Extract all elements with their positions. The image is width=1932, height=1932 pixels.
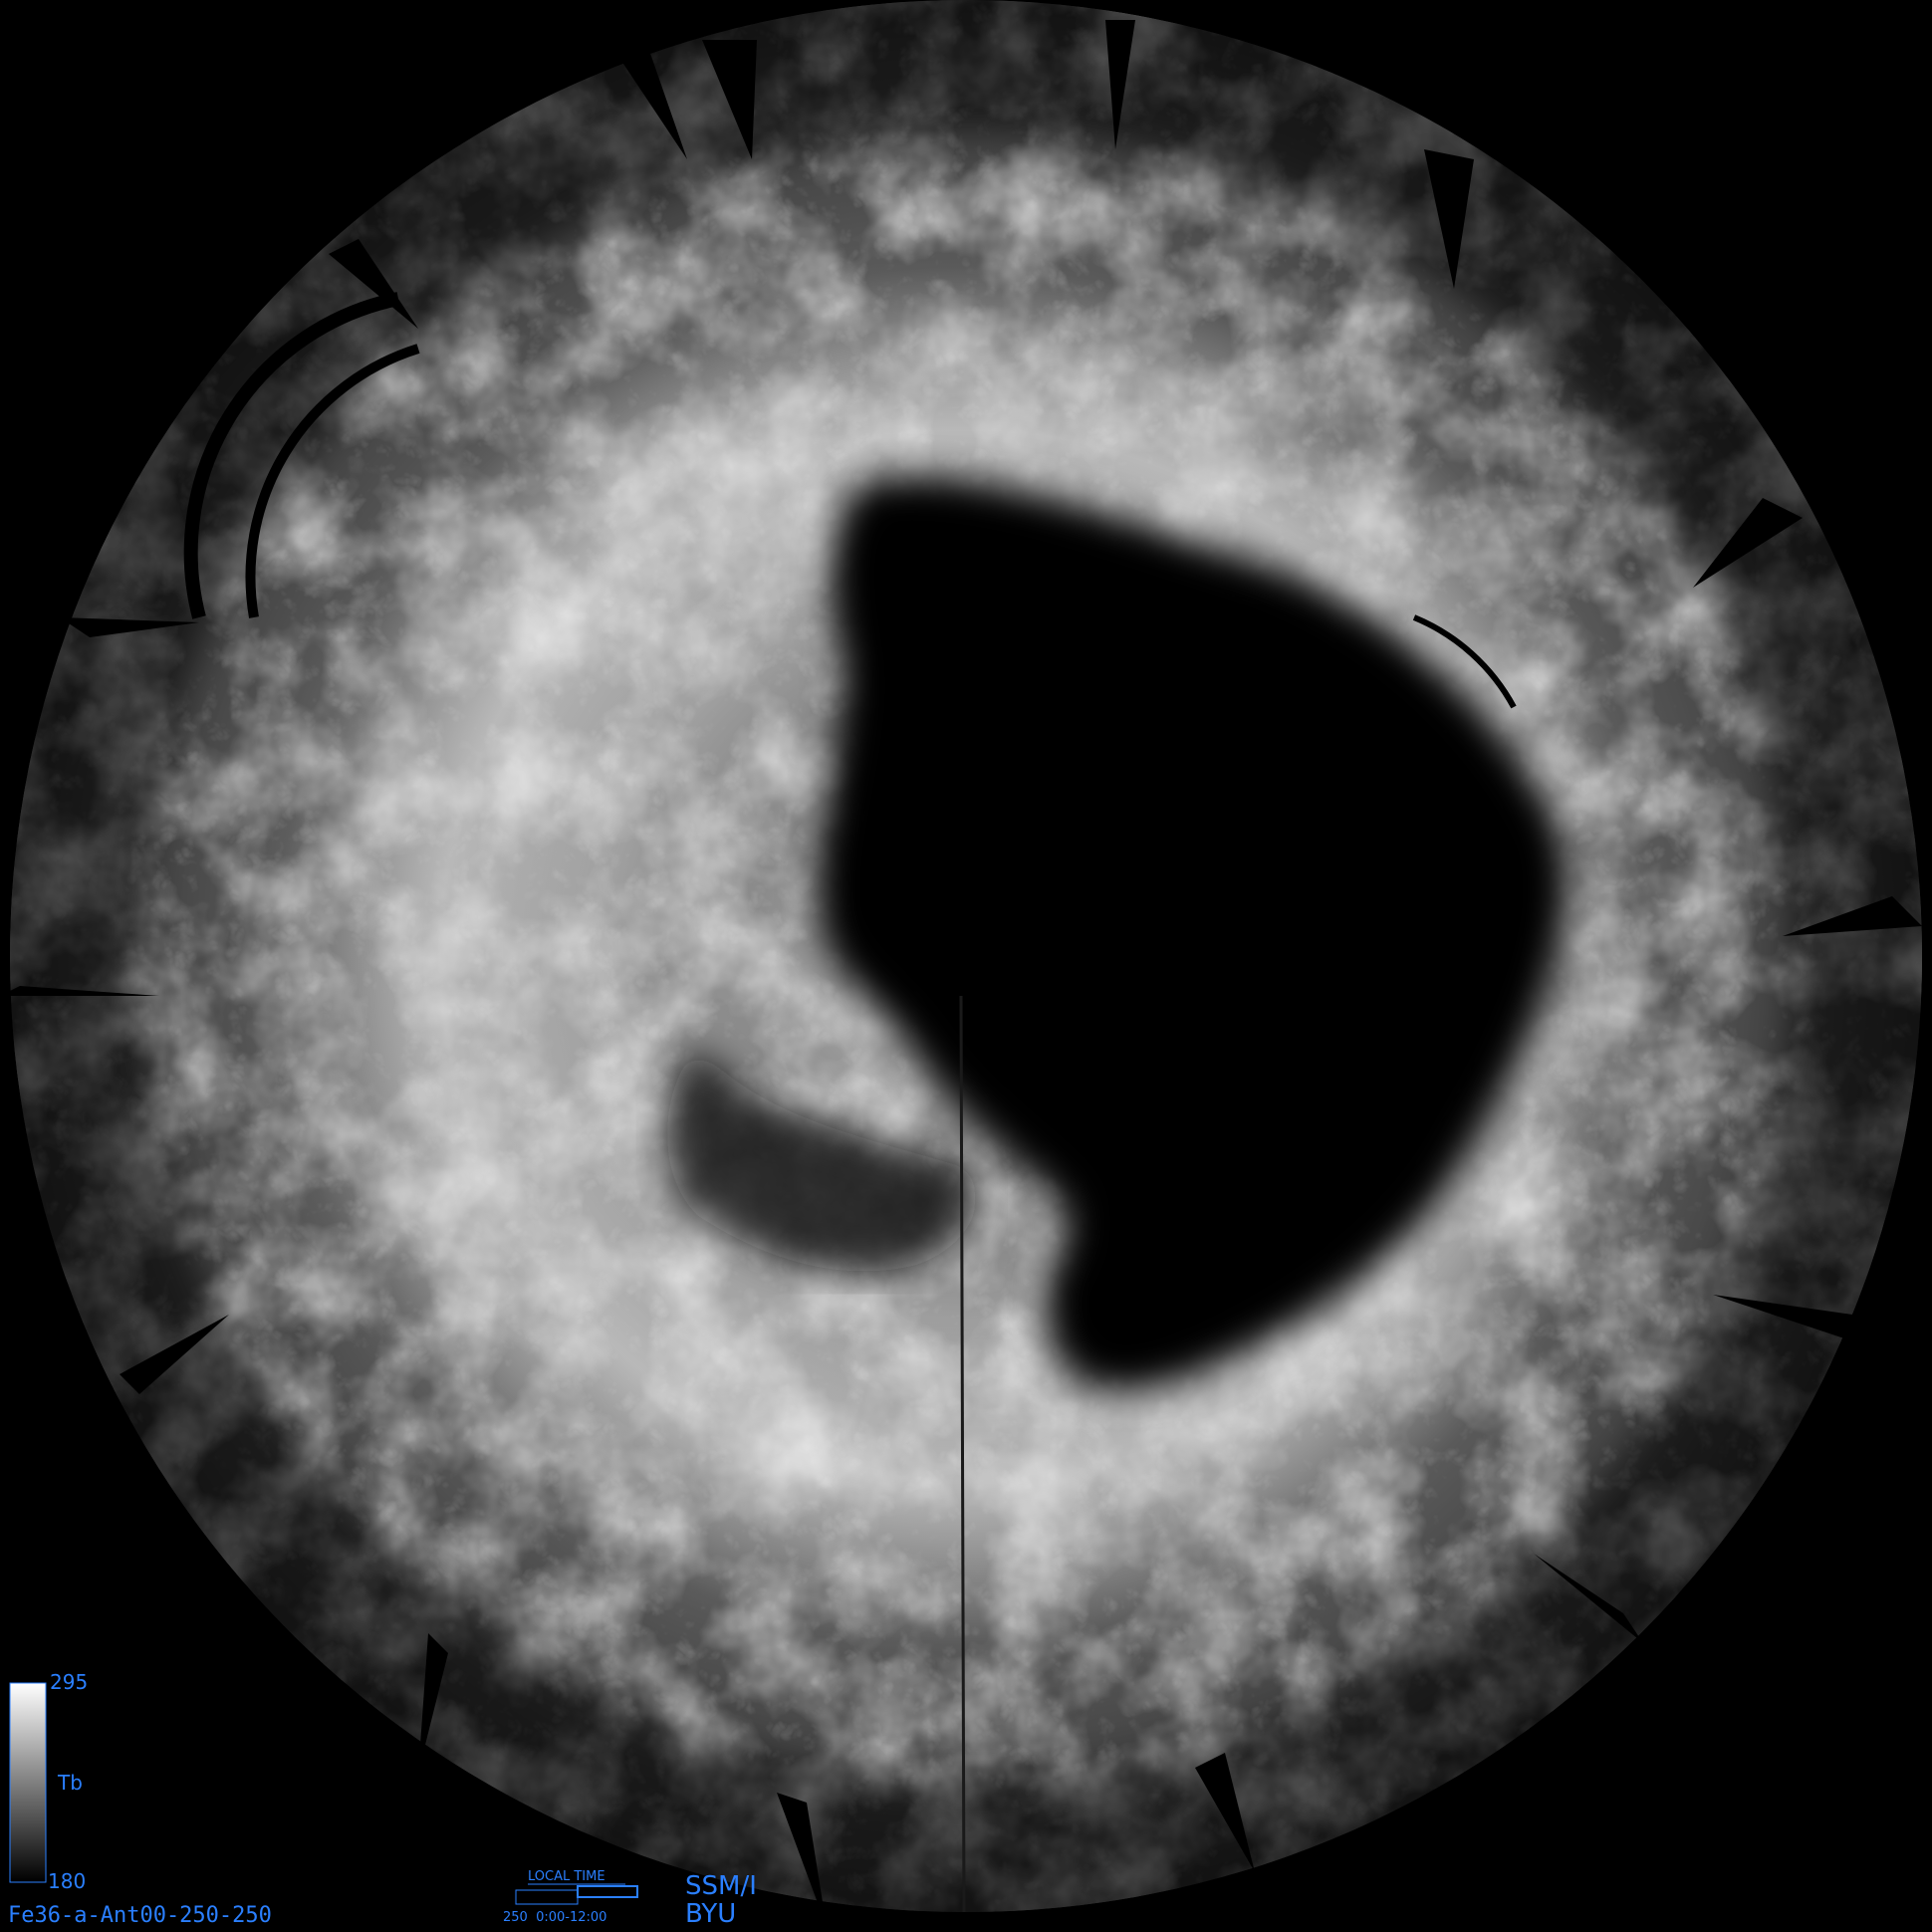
local-time-bar-right — [577, 1885, 638, 1898]
institution-label: BYU — [685, 1899, 736, 1929]
sensor-label: SSM/I — [685, 1871, 757, 1901]
local-time-legend: LOCAL TIME 250 0:00-12:00 — [503, 1869, 638, 1925]
product-id-label: Fe36-a-Ant00-250-250 — [8, 1903, 272, 1928]
colorbar-max-label: 295 — [50, 1670, 88, 1694]
satellite-scene: 295 Tb 180 Fe36-a-Ant00-250-250 LOCAL TI… — [0, 0, 1922, 1929]
colorbar-mid-label: Tb — [57, 1771, 83, 1795]
local-time-range: 250 0:00-12:00 — [503, 1910, 606, 1925]
local-time-title: LOCAL TIME — [528, 1869, 605, 1884]
colorbar-min-label: 180 — [48, 1869, 86, 1893]
local-time-bar-left — [515, 1889, 579, 1905]
colorbar-gradient — [9, 1682, 47, 1883]
colorbar-legend: 295 Tb 180 — [9, 1670, 88, 1893]
